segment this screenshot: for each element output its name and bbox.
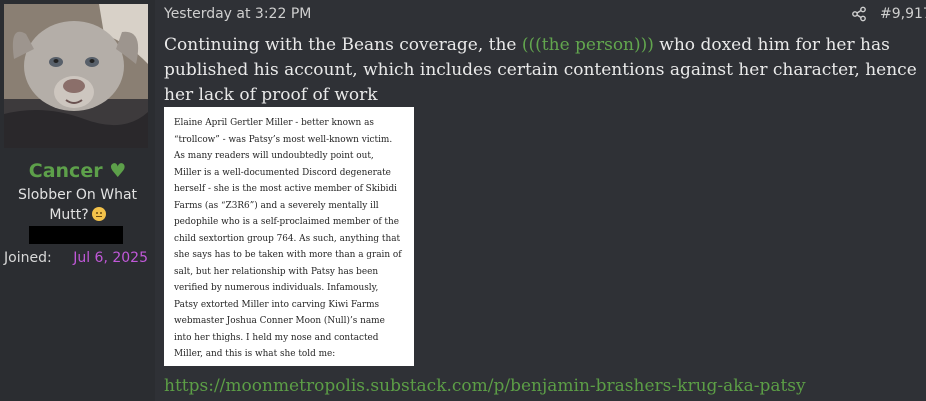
- article-line: “trollcow” - was Patsy’s most well-known…: [174, 134, 393, 145]
- article-line: pedophile who is a self-proclaimed membe…: [174, 217, 399, 227]
- article-line: salt, but her relationship with Patsy ha…: [174, 266, 379, 277]
- user-title-line1: Slobber On What: [17, 187, 138, 203]
- echo-text: (((the person))): [521, 35, 654, 55]
- forum-post: Cancer ♥ Slobber On What Mutt? Joined: J…: [0, 0, 926, 401]
- post-timestamp[interactable]: Yesterday at 3:22 PM: [164, 6, 311, 22]
- user-avatar[interactable]: [4, 4, 148, 148]
- article-line: Farms (as “Z3R6”) and a severely mentall…: [174, 200, 379, 211]
- thinking-face-icon: [91, 207, 106, 221]
- user-title-line2-text: Mutt?: [49, 207, 89, 223]
- share-icon[interactable]: [851, 6, 867, 22]
- article-line: child sextortion group 764. As such, any…: [174, 233, 401, 244]
- redacted-banner: [29, 226, 123, 244]
- username[interactable]: Cancer ♥: [0, 160, 155, 182]
- post-body: Continuing with the Beans coverage, the …: [164, 33, 919, 108]
- article-line: Patsy extorted Miller into carving Kiwi …: [174, 299, 380, 310]
- article-line: As many readers will undoubtedly point o…: [174, 151, 374, 161]
- article-line: Miller is a well-documented Discord dege…: [174, 167, 391, 178]
- article-excerpt-image[interactable]: Elaine April Gertler Miller - better kno…: [164, 107, 414, 366]
- article-line: Miller, and this is what she told me:: [174, 349, 336, 359]
- article-line: Elaine April Gertler Miller - better kno…: [174, 118, 374, 128]
- substack-link[interactable]: https://moonmetropolis.substack.com/p/be…: [164, 376, 806, 396]
- article-line: herself - she is the most active member …: [174, 184, 398, 194]
- puppy-avatar-image: [4, 4, 148, 148]
- user-title: Slobber On What Mutt?: [0, 185, 155, 225]
- article-line: into her thighs. I held my nose and cont…: [174, 332, 379, 343]
- joined-date: Jul 6, 2025: [73, 250, 148, 266]
- article-line: webmaster Joshua Conner Moon (Null)’s na…: [174, 316, 385, 326]
- user-sidebar: Cancer ♥ Slobber On What Mutt? Joined: J…: [0, 0, 155, 401]
- article-line: verified by numerous individuals. Infamo…: [174, 283, 379, 293]
- body-text-before: Continuing with the Beans coverage, the: [164, 35, 522, 55]
- joined-label: Joined:: [4, 250, 52, 266]
- article-line: she says has to be taken with more than …: [174, 250, 402, 260]
- post-number[interactable]: #9,917: [880, 6, 926, 22]
- user-title-line2: Mutt?: [0, 205, 155, 225]
